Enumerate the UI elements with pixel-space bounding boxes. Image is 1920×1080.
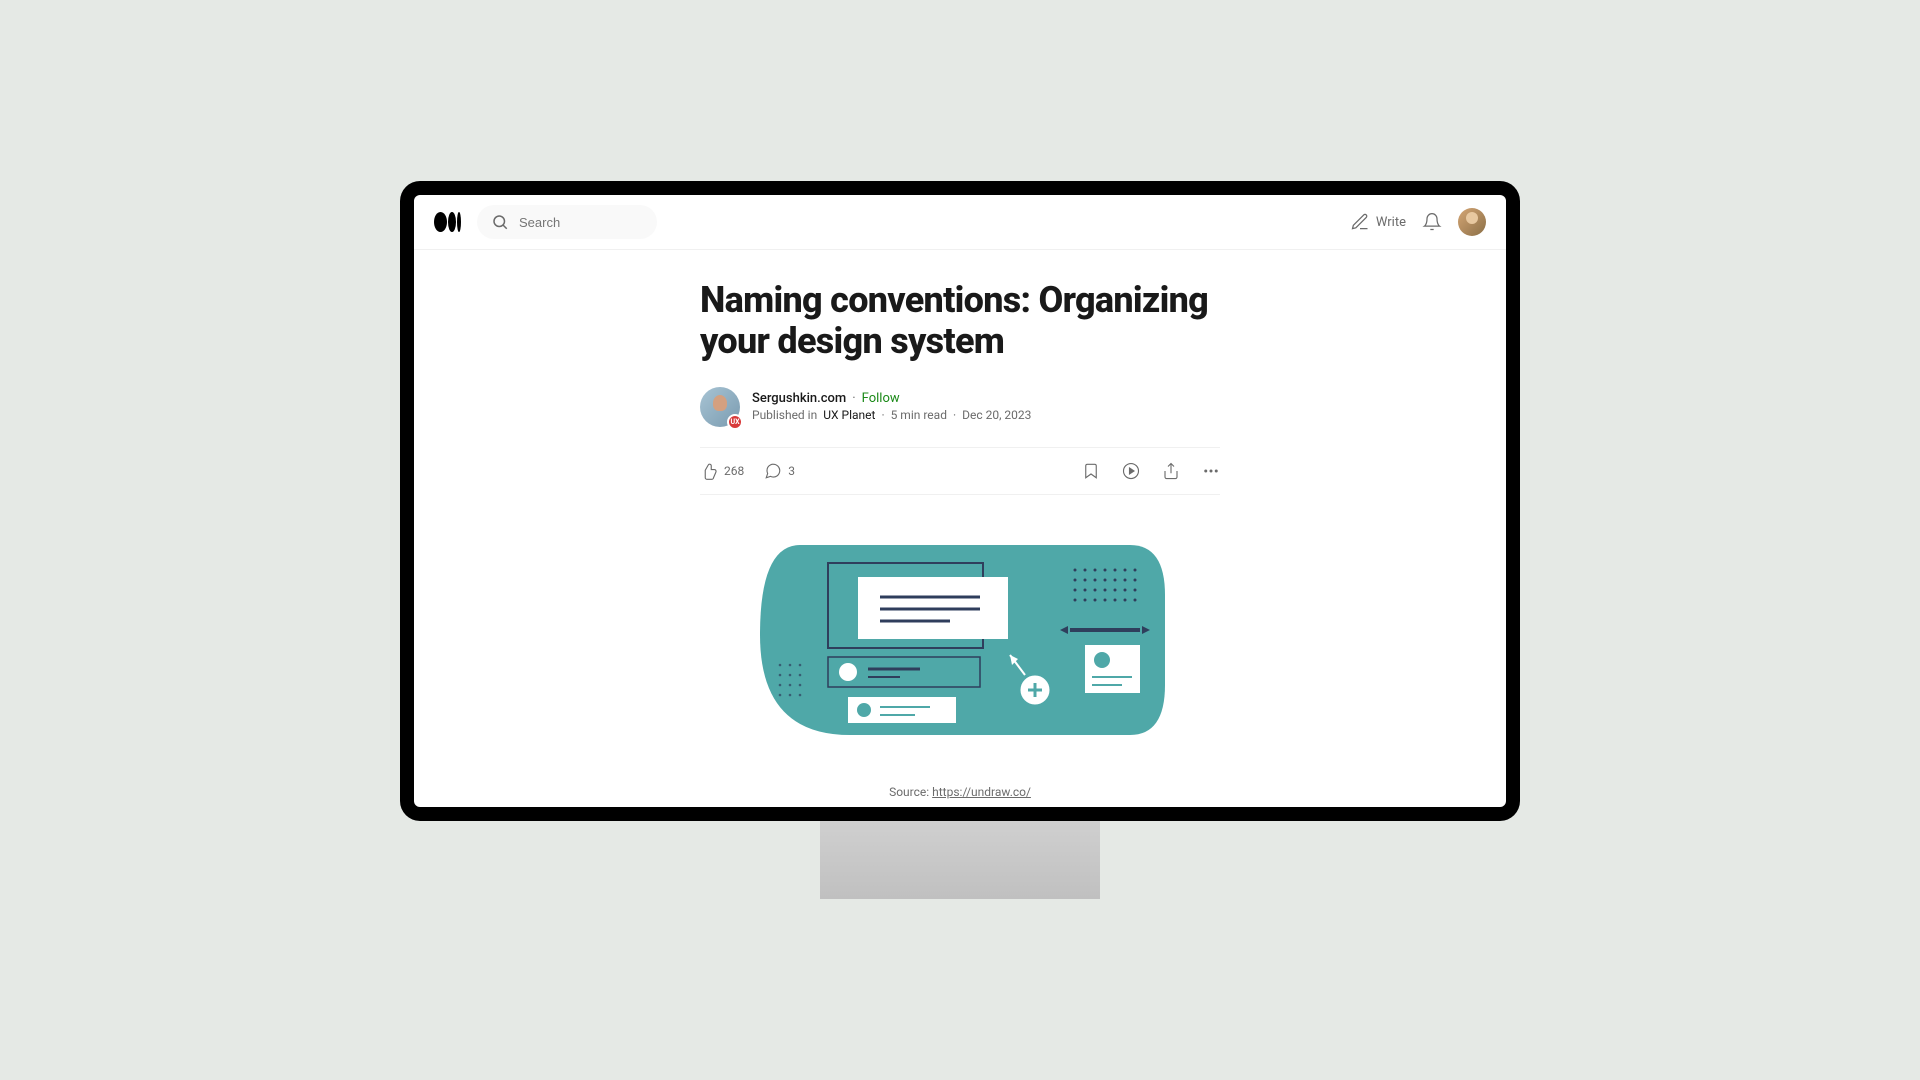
monitor-stand	[820, 819, 1100, 899]
byline: UX Sergushkin.com · Follow Published in …	[700, 387, 1220, 427]
image-caption: Source: https://undraw.co/	[700, 785, 1220, 807]
header: Write	[414, 195, 1506, 250]
hero-image	[750, 535, 1170, 745]
write-icon	[1350, 212, 1370, 232]
monitor-frame: Write Naming conventions: Organizing you…	[400, 181, 1520, 821]
share-icon	[1162, 462, 1180, 480]
user-avatar[interactable]	[1458, 208, 1486, 236]
comment-icon	[764, 462, 782, 480]
search-box[interactable]	[477, 205, 657, 239]
bookmark-icon	[1082, 462, 1100, 480]
clap-count: 268	[724, 464, 744, 478]
source-link[interactable]: https://undraw.co/	[932, 785, 1031, 799]
bookmark-button[interactable]	[1082, 462, 1100, 480]
article-title: Naming conventions: Organizing your desi…	[700, 280, 1220, 363]
screen: Write Naming conventions: Organizing you…	[414, 195, 1506, 807]
more-icon	[1202, 462, 1220, 480]
author-name[interactable]: Sergushkin.com	[752, 391, 846, 406]
publish-date: Dec 20, 2023	[962, 408, 1031, 422]
comment-count: 3	[788, 464, 795, 478]
write-button[interactable]: Write	[1350, 212, 1406, 232]
share-button[interactable]	[1162, 462, 1180, 480]
listen-button[interactable]	[1122, 462, 1140, 480]
publication-badge: UX	[727, 414, 743, 430]
published-in-prefix: Published in	[752, 408, 817, 422]
author-avatar[interactable]: UX	[700, 387, 740, 427]
publication-link[interactable]: UX Planet	[823, 408, 875, 422]
more-button[interactable]	[1202, 462, 1220, 480]
medium-logo[interactable]	[434, 212, 461, 232]
read-time: 5 min read	[891, 408, 947, 422]
comment-button[interactable]: 3	[764, 462, 795, 480]
search-input[interactable]	[519, 215, 643, 230]
main-content: Naming conventions: Organizing your desi…	[414, 250, 1506, 807]
clap-icon	[700, 462, 718, 480]
article: Naming conventions: Organizing your desi…	[700, 280, 1220, 807]
bell-icon	[1422, 212, 1442, 232]
notifications-button[interactable]	[1422, 212, 1442, 232]
follow-button[interactable]: Follow	[862, 391, 900, 406]
play-icon	[1122, 462, 1140, 480]
source-prefix: Source:	[889, 785, 932, 799]
write-label: Write	[1376, 215, 1406, 230]
clap-button[interactable]: 268	[700, 462, 744, 480]
engagement-bar: 268 3	[700, 447, 1220, 495]
search-icon	[491, 213, 509, 231]
